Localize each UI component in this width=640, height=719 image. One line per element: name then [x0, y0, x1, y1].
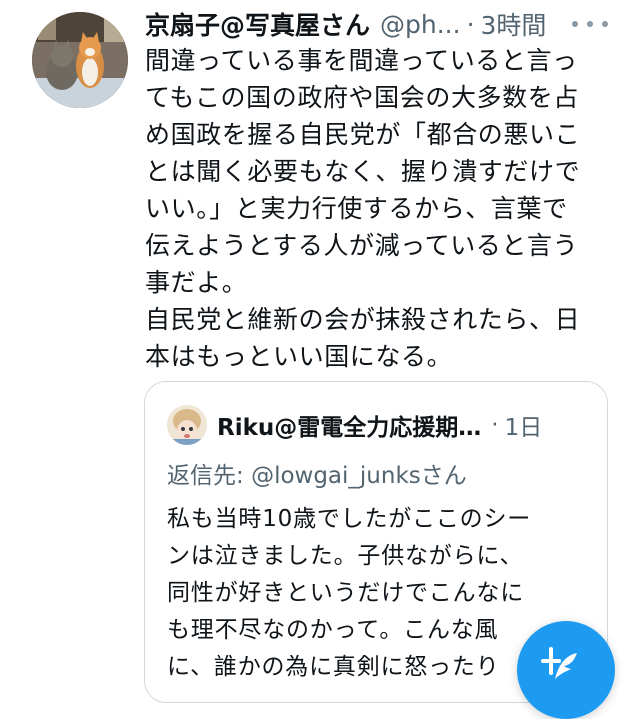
author-avatar[interactable]: [32, 12, 128, 108]
quoted-text-line: 私も当時10歳でしたがここのシー: [167, 506, 532, 532]
more-dot: [587, 21, 593, 27]
compose-tweet-button[interactable]: [517, 621, 615, 719]
tweet-text-line: いい。」と実力行使するから、言葉で: [145, 194, 568, 223]
quoted-timestamp[interactable]: 1日: [505, 408, 543, 442]
compose-feather-icon: [541, 647, 577, 679]
quoted-author-display-name[interactable]: Riku@雷電全力応援期…: [217, 408, 481, 442]
more-dot: [572, 21, 578, 27]
tweet-text-line: てもこの国の政府や国会の大多数を占: [145, 83, 579, 112]
more-dot: [602, 21, 608, 27]
reply-to-handle[interactable]: @lowgai_junksさん: [251, 463, 467, 489]
quoted-text-line: ンは泣きました。子供ながらに、: [167, 543, 524, 569]
more-options-icon[interactable]: [572, 14, 608, 34]
tweet-text-line: 間違っている事を間違っていると言っ: [145, 46, 578, 75]
quoted-header-separator: ·: [491, 412, 499, 438]
tweet[interactable]: 京扇子@写真屋さん @ph... · 3時間 間違っている事を間違っていると言っ…: [0, 0, 640, 719]
tweet-text-line: 本はもっといい国になる。: [145, 342, 453, 371]
quoted-author-avatar[interactable]: [167, 405, 207, 445]
tweet-text-line: とは聞く必要もなく、握り潰すだけで: [145, 157, 581, 186]
tweet-text-line: 自民党と維新の会が抹殺されたら、日: [145, 305, 581, 334]
reply-to-label: 返信先: @lowgai_junksさん: [167, 456, 467, 490]
quoted-text-line: 同性が好きというだけでこんなに: [167, 580, 524, 606]
quoted-tweet-header: Riku@雷電全力応援期… · 1日: [167, 404, 597, 446]
tweet-header: 京扇子@写真屋さん @ph... · 3時間: [145, 6, 635, 42]
author-display-name[interactable]: 京扇子@写真屋さん: [145, 6, 370, 42]
tweet-text-line: 伝えようとする人が減っていると言う: [145, 231, 579, 260]
tweet-text-line: め国政を握る自民党が「都合の悪いこ: [145, 120, 581, 149]
tweet-text: 間違っている事を間違っていると言っ てもこの国の政府や国会の大多数を占 め国政を…: [145, 42, 625, 375]
tweet-text-line: 事だよ。: [145, 268, 248, 297]
reply-to-prefix: 返信先:: [167, 463, 252, 489]
tweet-timestamp[interactable]: 3時間: [481, 6, 547, 42]
header-separator: ·: [466, 9, 475, 39]
author-handle[interactable]: @ph...: [380, 10, 461, 39]
